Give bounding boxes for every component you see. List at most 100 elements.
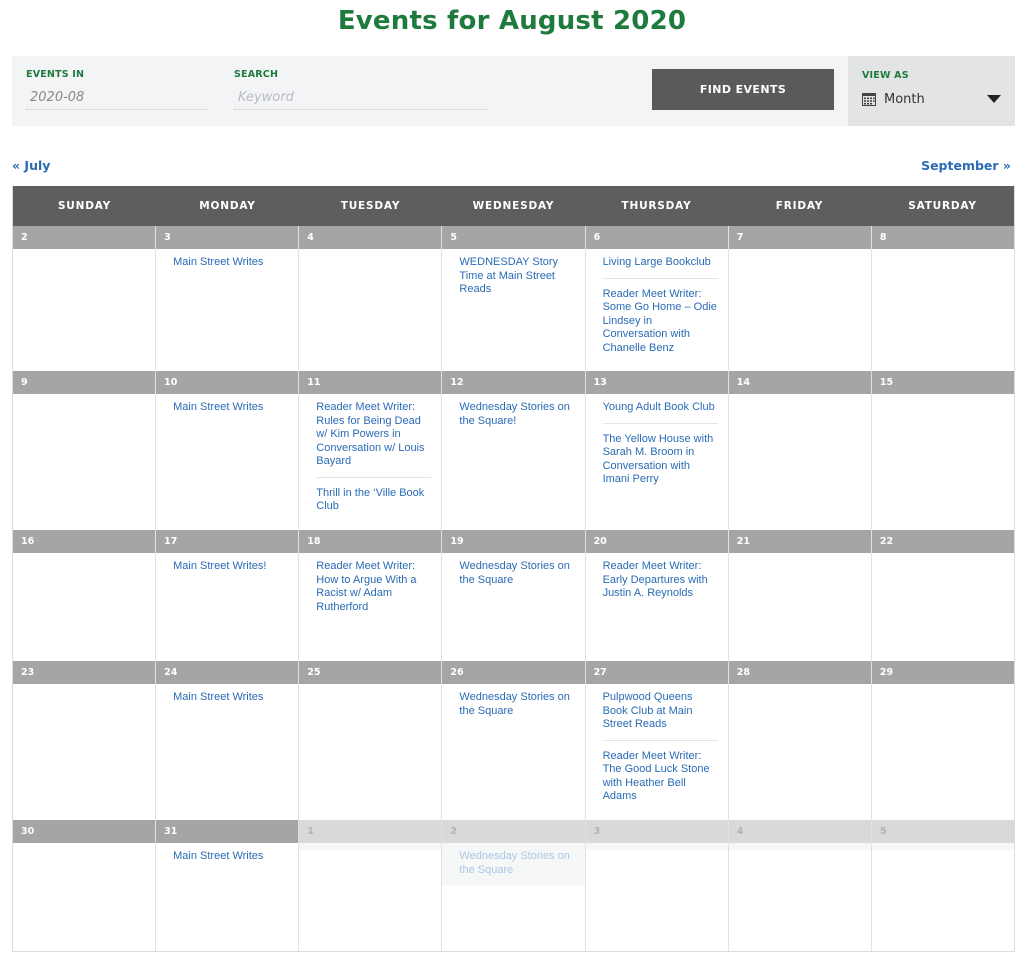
calendar-day-cell[interactable]: 27 Pulpwood Queens Book Club at Main Stre…: [585, 661, 729, 820]
event-link[interactable]: Wednesday Stories on the Square: [459, 560, 574, 595]
calendar-day-cell[interactable]: 4: [728, 820, 872, 951]
day-number: 31: [156, 820, 299, 843]
event-link[interactable]: The Yellow House with Sarah M. Broom in …: [602, 422, 718, 495]
event-link[interactable]: Reader Meet Writer: The Good Luck Stone …: [602, 739, 718, 812]
event-link[interactable]: Wednesday Stories on the Square: [459, 691, 574, 726]
calendar-day-cell[interactable]: 2 Wednesday Stories on the Square: [442, 820, 586, 951]
find-events-button[interactable]: FIND EVENTS: [652, 69, 834, 110]
search-label: SEARCH: [234, 69, 279, 80]
event-link[interactable]: Reader Meet Writer: Some Go Home – Odie …: [602, 277, 718, 364]
calendar-day-cell[interactable]: 25: [299, 661, 443, 820]
search-input[interactable]: [234, 86, 488, 110]
day-events: Young Adult Book Club The Yellow House wi…: [586, 394, 728, 495]
calendar-day-cell[interactable]: 18 Reader Meet Writer: How to Argue With …: [299, 530, 443, 661]
view-as-dropdown[interactable]: VIEW AS Month: [848, 56, 1015, 126]
calendar-day-cell[interactable]: 9: [13, 371, 157, 530]
event-link[interactable]: Reader Meet Writer: Early Departures wit…: [603, 560, 718, 609]
view-as-label: VIEW AS: [862, 70, 909, 81]
day-events: Main Street Writes: [156, 684, 298, 713]
calendar-day-cell[interactable]: 7: [728, 226, 872, 371]
calendar-day-cell[interactable]: 17 Main Street Writes!: [156, 530, 300, 661]
calendar-day-cell[interactable]: 30: [13, 820, 157, 951]
calendar-day-cell[interactable]: 16: [13, 530, 157, 661]
event-link[interactable]: Reader Meet Writer: How to Argue With a …: [316, 560, 431, 622]
calendar-day-cell[interactable]: 13 Young Adult Book Club The Yellow House …: [585, 371, 729, 530]
day-events: [299, 843, 442, 850]
day-number: 4: [299, 226, 442, 249]
day-events: [872, 553, 1014, 560]
calendar-day-cell[interactable]: 8: [871, 226, 1014, 371]
events-in-date-input[interactable]: [26, 86, 208, 110]
event-link[interactable]: Main Street Writes: [173, 691, 288, 713]
calendar-day-cell[interactable]: 5 WEDNESDAY Story Time at Main Street Rea…: [442, 226, 586, 371]
calendar-day-cell[interactable]: 22: [871, 530, 1014, 661]
day-number: 28: [728, 661, 871, 684]
weekday-header-friday: FRIDAY: [775, 200, 824, 212]
day-number: 11: [299, 371, 442, 394]
calendar-day-cell[interactable]: 23: [13, 661, 157, 820]
day-events: [872, 684, 1014, 691]
event-link[interactable]: Wednesday Stories on the Square!: [459, 401, 574, 436]
event-link[interactable]: Living Large Bookclub: [603, 256, 718, 278]
next-month-link[interactable]: September »: [921, 158, 1011, 173]
day-number: 27: [585, 661, 728, 684]
calendar-day-cell[interactable]: 12 Wednesday Stories on the Square!: [442, 371, 586, 530]
previous-month-link[interactable]: « July: [12, 158, 50, 173]
event-link[interactable]: Young Adult Book Club: [603, 401, 718, 423]
event-link[interactable]: Main Street Writes: [173, 850, 288, 872]
calendar-day-cell[interactable]: 21: [728, 530, 872, 661]
day-number: 8: [871, 226, 1014, 249]
calendar-day-cell[interactable]: 31 Main Street Writes: [156, 820, 300, 951]
calendar-day-cell[interactable]: 29: [871, 661, 1014, 820]
calendar-day-cell[interactable]: 11 Reader Meet Writer: Rules for Being De…: [299, 371, 443, 530]
day-number: 10: [156, 371, 299, 394]
day-events: [872, 394, 1014, 401]
calendar-day-cell[interactable]: 6 Living Large Bookclub Reader Meet Writer…: [585, 226, 729, 371]
day-events: Pulpwood Queens Book Club at Main Street…: [586, 684, 728, 812]
day-events: Wednesday Stories on the Square: [442, 553, 584, 595]
event-link[interactable]: Main Street Writes: [173, 256, 288, 278]
calendar-day-cell[interactable]: 3: [585, 820, 729, 951]
day-number: 9: [13, 371, 156, 394]
event-link[interactable]: Pulpwood Queens Book Club at Main Street…: [603, 691, 718, 740]
day-events: Living Large Bookclub Reader Meet Writer:…: [586, 249, 728, 363]
day-events: [13, 684, 155, 691]
day-number: 18: [299, 530, 442, 553]
calendar-week-row: 23 24 Main Street Writes 25 26 Wednesday Stor…: [13, 661, 1014, 820]
calendar-day-cell[interactable]: 19 Wednesday Stories on the Square: [442, 530, 586, 661]
day-number: 1: [299, 820, 442, 843]
calendar-weeks: 2 3 Main Street Writes 4 5 WEDNESDAY Story Ti…: [13, 226, 1014, 951]
event-link[interactable]: Reader Meet Writer: Rules for Being Dead…: [316, 401, 431, 477]
calendar-day-cell[interactable]: 28: [728, 661, 872, 820]
day-events: [872, 249, 1014, 256]
day-events: [299, 684, 441, 691]
calendar-day-cell[interactable]: 1: [299, 820, 443, 951]
day-number: 16: [13, 530, 156, 553]
event-link[interactable]: Main Street Writes: [173, 401, 288, 423]
calendar-day-cell[interactable]: 14: [728, 371, 872, 530]
day-events: [299, 249, 441, 256]
calendar-day-cell[interactable]: 26 Wednesday Stories on the Square: [442, 661, 586, 820]
calendar-day-cell[interactable]: 3 Main Street Writes: [156, 226, 300, 371]
day-number: 2: [442, 820, 585, 843]
calendar-day-cell[interactable]: 5: [871, 820, 1014, 951]
day-number: 12: [442, 371, 585, 394]
day-events: Wednesday Stories on the Square: [442, 843, 585, 885]
day-events: Wednesday Stories on the Square!: [442, 394, 584, 436]
day-number: 5: [442, 226, 585, 249]
calendar-day-cell[interactable]: 20 Reader Meet Writer: Early Departures w…: [585, 530, 729, 661]
event-link[interactable]: Wednesday Stories on the Square: [459, 850, 574, 885]
calendar-day-cell[interactable]: 15: [871, 371, 1014, 530]
event-link[interactable]: Thrill in the ‘Ville Book Club: [316, 476, 432, 522]
weekday-header-tuesday: TUESDAY: [340, 200, 401, 212]
calendar-day-cell[interactable]: 2: [13, 226, 157, 371]
day-events: [585, 843, 728, 850]
day-number: 7: [728, 226, 871, 249]
calendar-day-cell[interactable]: 24 Main Street Writes: [156, 661, 300, 820]
day-events: Main Street Writes: [156, 394, 298, 423]
event-link[interactable]: WEDNESDAY Story Time at Main Street Read…: [459, 256, 574, 305]
calendar-day-cell[interactable]: 10 Main Street Writes: [156, 371, 300, 530]
day-number: 25: [299, 661, 442, 684]
event-link[interactable]: Main Street Writes!: [173, 560, 288, 582]
calendar-day-cell[interactable]: 4: [299, 226, 443, 371]
